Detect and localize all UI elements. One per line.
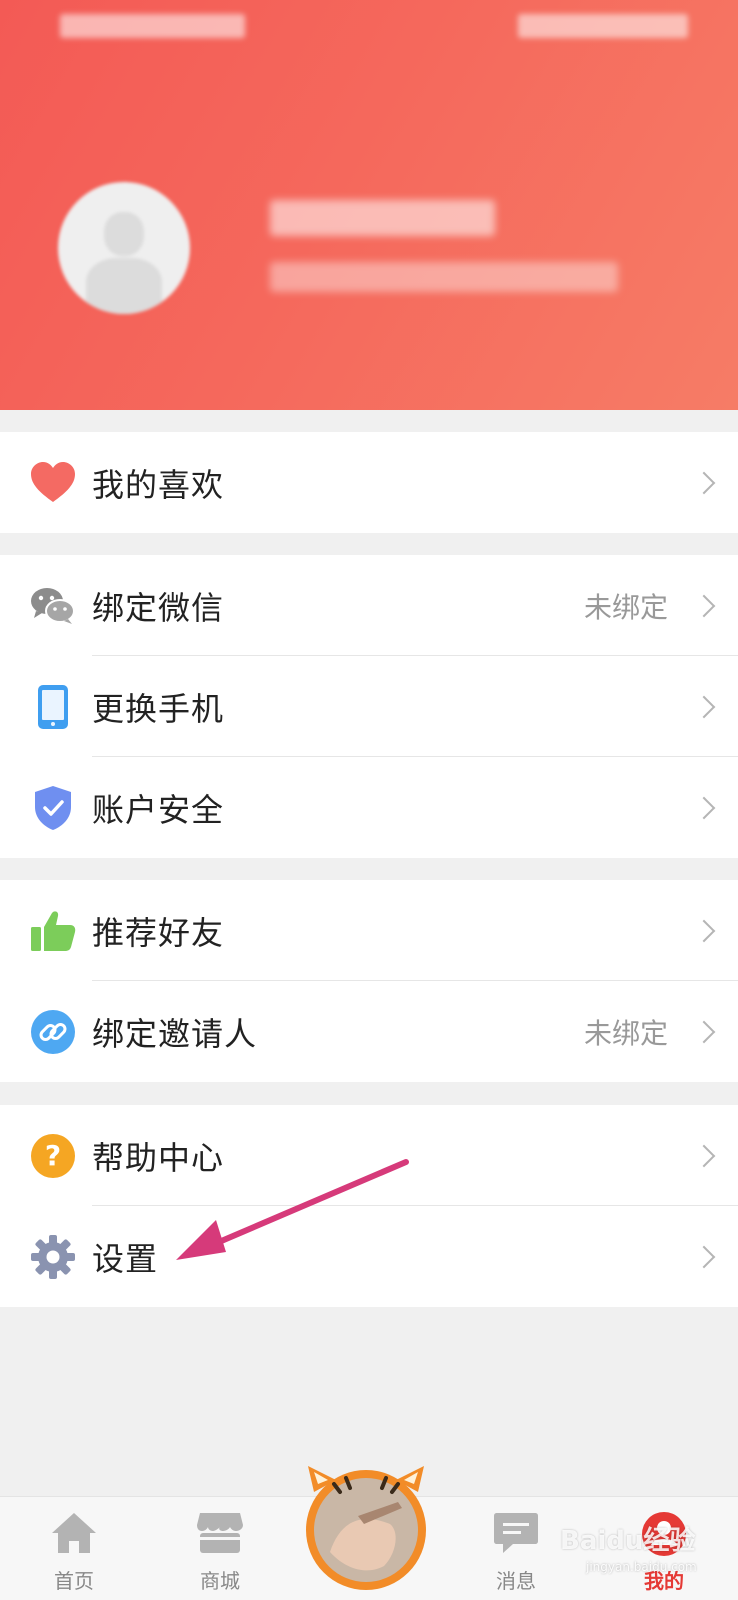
menu-label: 推荐好友 <box>92 913 225 952</box>
menu-item-bind-inviter[interactable]: 绑定邀请人 未绑定 <box>0 981 738 1082</box>
help-icon: ? <box>30 1133 76 1179</box>
nav-label: 消息 <box>496 1569 536 1593</box>
message-icon <box>493 1511 539 1559</box>
link-icon <box>30 1009 76 1055</box>
home-icon <box>51 1511 97 1559</box>
chevron-right-icon <box>692 796 716 819</box>
tiger-avatar-icon <box>306 1466 426 1590</box>
store-icon <box>196 1511 244 1559</box>
chevron-right-icon <box>692 1020 716 1043</box>
menu-label: 更换手机 <box>92 689 225 728</box>
chevron-right-icon <box>692 695 716 718</box>
username[interactable] <box>270 200 495 236</box>
status-bar-right <box>518 14 688 38</box>
menu-label: 绑定邀请人 <box>92 1014 258 1053</box>
menu-item-favorites[interactable]: 我的喜欢 <box>0 432 738 533</box>
menu-item-bind-wechat[interactable]: 绑定微信 未绑定 <box>0 555 738 656</box>
menu-group-support: ? 帮助中心 设置 <box>0 1105 738 1307</box>
status-value: 未绑定 <box>583 590 668 624</box>
wechat-icon <box>30 583 76 629</box>
status-value: 未绑定 <box>583 1016 668 1050</box>
menu-group-social: 推荐好友 绑定邀请人 未绑定 <box>0 880 738 1082</box>
svg-text:?: ? <box>45 1139 61 1172</box>
menu-item-help-center[interactable]: ? 帮助中心 <box>0 1105 738 1206</box>
menu-label: 帮助中心 <box>92 1138 225 1177</box>
phone-icon <box>30 684 76 730</box>
avatar[interactable] <box>58 182 190 314</box>
menu-label: 设置 <box>92 1239 159 1278</box>
profile-header <box>0 0 738 410</box>
center-feature-button[interactable] <box>300 1462 432 1594</box>
menu-label: 我的喜欢 <box>92 465 225 504</box>
shield-icon <box>30 785 76 831</box>
menu-label: 账户安全 <box>92 790 225 829</box>
chevron-right-icon <box>692 594 716 617</box>
heart-icon <box>30 460 76 506</box>
nav-home[interactable]: 首页 <box>24 1497 124 1600</box>
menu-item-account-security[interactable]: 账户安全 <box>0 757 738 858</box>
menu-label: 绑定微信 <box>92 588 225 627</box>
watermark-logo: Baidu经验 <box>560 1526 696 1556</box>
status-bar-left <box>60 14 245 38</box>
thumbs-up-icon <box>30 908 76 954</box>
gear-icon <box>30 1234 76 1280</box>
nav-messages[interactable]: 消息 <box>466 1497 566 1600</box>
nav-label: 首页 <box>54 1569 94 1593</box>
chevron-right-icon <box>692 1144 716 1167</box>
menu-item-settings[interactable]: 设置 <box>0 1206 738 1307</box>
menu-group-favorites: 我的喜欢 <box>0 432 738 533</box>
nav-mall[interactable]: 商城 <box>170 1497 270 1600</box>
chevron-right-icon <box>692 1245 716 1268</box>
chevron-right-icon <box>692 919 716 942</box>
menu-item-change-phone[interactable]: 更换手机 <box>0 656 738 757</box>
user-info <box>270 262 618 292</box>
menu-item-recommend-friends[interactable]: 推荐好友 <box>0 880 738 981</box>
nav-label: 商城 <box>200 1569 240 1593</box>
chevron-right-icon <box>692 471 716 494</box>
menu-group-account: 绑定微信 未绑定 更换手机 账户安全 <box>0 555 738 858</box>
watermark-url: jingyan.baidu.com <box>586 1560 697 1574</box>
